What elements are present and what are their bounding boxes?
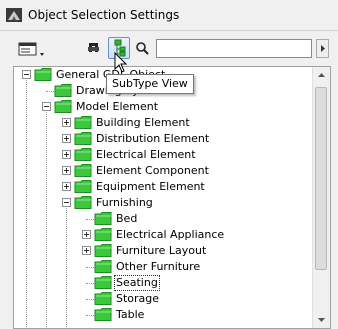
tree-item-label: Model Element: [76, 100, 159, 113]
tree-item[interactable]: Seating: [14, 275, 310, 291]
tree-item[interactable]: Equipment Element: [14, 179, 310, 195]
expand-icon[interactable]: [62, 182, 71, 191]
tree-item-label: Other Furniture: [116, 260, 201, 273]
folder-icon: [54, 99, 73, 114]
object-tree[interactable]: General GDL ObjectDrawing SymbolModel El…: [13, 66, 331, 329]
tree-item-label: Electrical Element: [96, 148, 196, 161]
tree-item[interactable]: Table: [14, 307, 310, 323]
collapse-icon[interactable]: [22, 70, 31, 79]
expand-icon[interactable]: [82, 246, 91, 255]
view-mode-button[interactable]: [16, 37, 46, 59]
folder-icon: [94, 227, 113, 242]
folder-icon: [74, 195, 93, 210]
expand-icon[interactable]: [62, 150, 71, 159]
scroll-up-button[interactable]: [313, 67, 330, 84]
search-scroll-right-button[interactable]: [316, 39, 329, 58]
tooltip: SubType View: [106, 74, 194, 94]
tree-item-label: Bed: [116, 212, 138, 225]
collapse-icon[interactable]: [42, 102, 51, 111]
funnel-icon: [88, 43, 99, 52]
folder-icon: [54, 83, 73, 98]
tree-item-label: Distribution Element: [96, 132, 210, 145]
view-mode-icon: [18, 42, 44, 56]
chevron-down-icon: [318, 318, 325, 322]
tree-item[interactable]: Electrical Appliance: [14, 227, 310, 243]
tree-item[interactable]: Model Element: [14, 99, 310, 115]
search-button[interactable]: [134, 37, 152, 59]
expand-icon[interactable]: [62, 118, 71, 127]
expand-icon[interactable]: [62, 134, 71, 143]
search-input[interactable]: [156, 39, 312, 58]
collapse-icon[interactable]: [62, 198, 71, 207]
expand-icon[interactable]: [82, 230, 91, 239]
tree-item-label: Table: [116, 308, 145, 321]
search-icon: [136, 42, 149, 55]
filter-button[interactable]: [86, 37, 102, 59]
folder-icon: [74, 163, 93, 178]
folder-icon: [74, 147, 93, 162]
window-title: Object Selection Settings: [28, 8, 180, 22]
folder-icon: [34, 67, 53, 82]
tree-item-label: Electrical Appliance: [116, 228, 225, 241]
folder-icon: [94, 291, 113, 306]
tree-item[interactable]: Storage: [14, 291, 310, 307]
folder-icon: [74, 131, 93, 146]
tree-item-label: Building Element: [96, 116, 190, 129]
tree-item-label: Furnishing: [96, 196, 153, 209]
folder-icon: [94, 275, 113, 290]
folder-icon: [94, 307, 113, 322]
tree-item[interactable]: Other Furniture: [14, 259, 310, 275]
tree-item-label: Storage: [116, 292, 160, 305]
folder-icon: [74, 115, 93, 130]
tree-item[interactable]: Building Element: [14, 115, 310, 131]
folder-icon: [94, 243, 113, 258]
title-bar: Object Selection Settings: [0, 0, 338, 31]
tree-item[interactable]: Electrical Element: [14, 147, 310, 163]
chevron-right-icon: [321, 45, 325, 52]
tree-item[interactable]: Furniture Layout: [14, 243, 310, 259]
scroll-down-button[interactable]: [313, 311, 330, 328]
tree-item[interactable]: Furnishing: [14, 195, 310, 211]
mouse-cursor-icon: [114, 52, 128, 73]
tree-item-label: Element Component: [96, 164, 209, 177]
expand-icon[interactable]: [62, 166, 71, 175]
folder-icon: [74, 179, 93, 194]
folder-icon: [94, 259, 113, 274]
app-icon: [6, 8, 22, 22]
tree-item[interactable]: Distribution Element: [14, 131, 310, 147]
tree-item[interactable]: Bed: [14, 211, 310, 227]
tree-item-label: Equipment Element: [96, 180, 205, 193]
scroll-thumb[interactable]: [315, 87, 327, 270]
tree-item-label: Furniture Layout: [116, 244, 207, 257]
chevron-up-icon: [318, 73, 325, 77]
tree-scrollbar[interactable]: [312, 67, 330, 328]
toolbar: [0, 31, 338, 65]
tree-item[interactable]: Element Component: [14, 163, 310, 179]
folder-icon: [94, 211, 113, 226]
tree-item-label: Seating: [114, 275, 160, 291]
